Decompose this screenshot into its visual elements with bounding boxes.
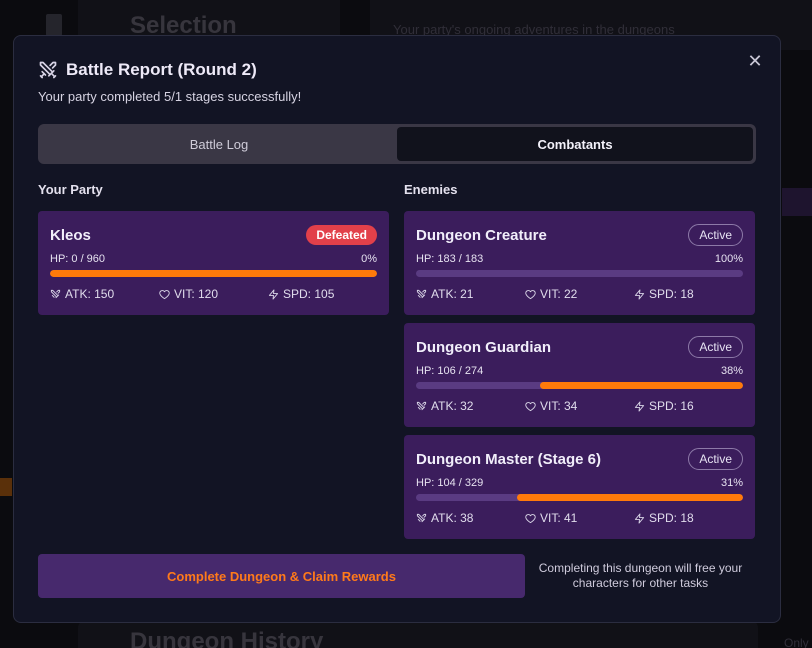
- modal-subtitle: Your party completed 5/1 stages successf…: [38, 89, 302, 104]
- atk-stat: ATK: 38: [416, 511, 525, 525]
- atk-stat: ATK: 21: [416, 287, 525, 301]
- vit-stat: VIT: 34: [525, 399, 634, 413]
- modal-title: Battle Report (Round 2): [66, 60, 257, 79]
- combatant-name: Dungeon Guardian: [416, 338, 551, 356]
- spd-value: SPD: 105: [283, 287, 335, 301]
- hp-text: HP: 183 / 183: [416, 253, 484, 265]
- vit-stat: VIT: 120: [159, 287, 268, 301]
- vit-value: VIT: 22: [540, 287, 578, 301]
- modal-header: Battle Report (Round 2): [38, 60, 756, 80]
- hp-bar: [416, 382, 743, 389]
- combatant-card: Dungeon Creature Active HP: 183 / 183 10…: [404, 211, 755, 315]
- status-badge: Defeated: [306, 225, 377, 245]
- party-heading: Your Party: [38, 182, 103, 197]
- atk-stat: ATK: 32: [416, 399, 525, 413]
- lightning-icon: [634, 288, 645, 300]
- spd-value: SPD: 18: [649, 287, 694, 301]
- atk-value: ATK: 150: [65, 287, 115, 301]
- status-badge: Active: [688, 224, 743, 246]
- spd-value: SPD: 16: [649, 399, 694, 413]
- combatant-name: Kleos: [50, 226, 91, 244]
- combatant-card: Dungeon Master (Stage 6) Active HP: 104 …: [404, 435, 755, 539]
- hp-percent: 100%: [714, 253, 743, 265]
- hp-bar-fill: [50, 270, 377, 277]
- vit-stat: VIT: 22: [525, 287, 634, 301]
- hp-bar: [416, 270, 743, 277]
- spd-stat: SPD: 18: [634, 287, 743, 301]
- lightning-icon: [634, 512, 645, 524]
- swords-icon: [50, 289, 61, 298]
- close-icon[interactable]: ✕: [746, 52, 764, 70]
- combatant-name: Dungeon Creature: [416, 226, 547, 244]
- spd-stat: SPD: 18: [634, 511, 743, 525]
- atk-stat: ATK: 150: [50, 287, 159, 301]
- swords-icon: [416, 513, 427, 522]
- atk-value: ATK: 32: [431, 399, 474, 413]
- swords-icon: [416, 401, 427, 410]
- tab-combatants[interactable]: Combatants: [397, 127, 753, 161]
- battle-report-modal: ✕ Battle Report (Round 2) Your party com…: [13, 35, 781, 623]
- hp-bar: [50, 270, 377, 277]
- party-list: Kleos Defeated HP: 0 / 960 0% ATK: 150 V…: [38, 211, 389, 315]
- footer-note: Completing this dungeon will free your c…: [538, 561, 743, 590]
- vit-value: VIT: 34: [540, 399, 578, 413]
- spd-stat: SPD: 16: [634, 399, 743, 413]
- atk-value: ATK: 38: [431, 511, 474, 525]
- hp-percent: 0%: [361, 253, 377, 265]
- lightning-icon: [634, 400, 645, 412]
- enemy-list: Dungeon Creature Active HP: 183 / 183 10…: [404, 211, 755, 539]
- tab-bar: Battle Log Combatants: [38, 124, 756, 164]
- claim-rewards-button[interactable]: Complete Dungeon & Claim Rewards: [38, 554, 525, 598]
- hp-bar: [416, 494, 743, 501]
- hp-text: HP: 106 / 274: [416, 365, 484, 377]
- crossed-swords-icon: [39, 61, 57, 79]
- atk-value: ATK: 21: [431, 287, 474, 301]
- status-badge: Active: [688, 448, 743, 470]
- enemies-heading: Enemies: [404, 182, 458, 197]
- vit-value: VIT: 120: [174, 287, 219, 301]
- heart-icon: [525, 289, 536, 299]
- combatants-panel: Your Party Kleos Defeated HP: 0 / 960 0%…: [38, 182, 756, 547]
- combatant-card: Kleos Defeated HP: 0 / 960 0% ATK: 150 V…: [38, 211, 389, 315]
- party-column: Your Party Kleos Defeated HP: 0 / 960 0%…: [38, 182, 389, 547]
- enemies-column: Enemies Dungeon Creature Active HP: 183 …: [404, 182, 755, 547]
- combatant-card: Dungeon Guardian Active HP: 106 / 274 38…: [404, 323, 755, 427]
- heart-icon: [159, 289, 170, 299]
- hp-bar-fill: [540, 382, 743, 389]
- hp-percent: 31%: [720, 477, 743, 489]
- hp-text: HP: 0 / 960: [50, 253, 106, 265]
- vit-stat: VIT: 41: [525, 511, 634, 525]
- tab-battle-log[interactable]: Battle Log: [41, 127, 397, 161]
- vit-value: VIT: 41: [540, 511, 578, 525]
- hp-bar-fill: [517, 494, 743, 501]
- spd-value: SPD: 18: [649, 511, 694, 525]
- swords-icon: [416, 289, 427, 298]
- heart-icon: [525, 401, 536, 411]
- status-badge: Active: [688, 336, 743, 358]
- modal-footer: Complete Dungeon & Claim Rewards Complet…: [38, 554, 756, 598]
- spd-stat: SPD: 105: [268, 287, 377, 301]
- heart-icon: [525, 513, 536, 523]
- hp-text: HP: 104 / 329: [416, 477, 484, 489]
- combatant-name: Dungeon Master (Stage 6): [416, 450, 602, 468]
- hp-percent: 38%: [720, 365, 743, 377]
- lightning-icon: [268, 288, 279, 300]
